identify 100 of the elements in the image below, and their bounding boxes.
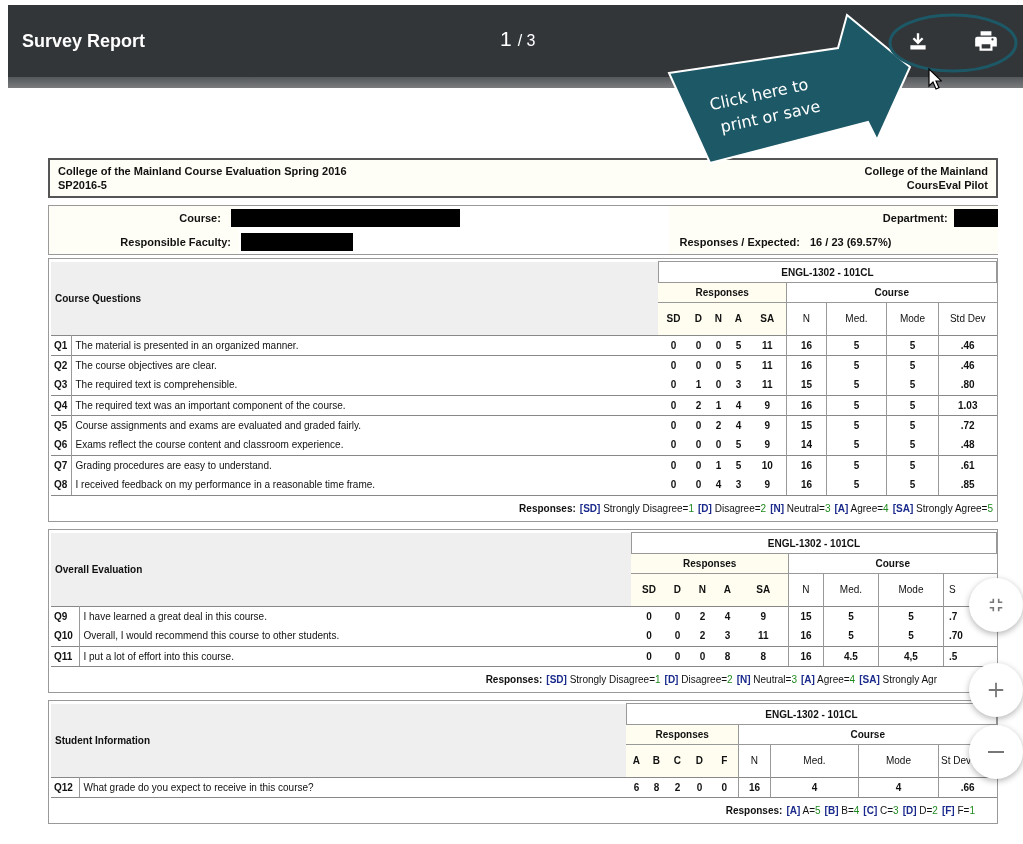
table-cell: 0 xyxy=(658,355,689,376)
field-label: Course: xyxy=(178,212,222,224)
table-cell: 9 xyxy=(738,606,789,627)
column-header: N xyxy=(788,573,824,607)
print-icon[interactable] xyxy=(973,28,999,54)
table-cell: 0 xyxy=(688,415,709,436)
table-cell: 5 xyxy=(886,335,939,356)
table-cell: 5 xyxy=(878,626,944,647)
cursor-icon xyxy=(928,68,942,90)
table-cell: .46 xyxy=(938,355,997,376)
table-cell: 5 xyxy=(826,395,887,416)
header-text: SP2016-5 xyxy=(58,178,108,192)
table-cell: .46 xyxy=(938,335,997,356)
table-cell: 16 xyxy=(786,355,827,376)
column-header: Std Dev xyxy=(938,302,997,336)
question-text: I have learned a great deal in this course. xyxy=(79,606,632,627)
column-header: Med. xyxy=(770,744,859,778)
table-cell: 0 xyxy=(658,415,689,436)
column-header: N xyxy=(708,302,729,336)
table-cell: 8 xyxy=(646,777,667,798)
column-header: N xyxy=(688,573,717,607)
table-cell: 14 xyxy=(786,435,827,456)
table-cell: 0 xyxy=(658,395,689,416)
table-cell: 4 xyxy=(728,415,749,436)
question-number: Q1 xyxy=(51,335,71,356)
table-cell: 16 xyxy=(786,455,827,476)
column-header: F xyxy=(710,744,739,778)
field-value: 16 / 23 (69.57%) xyxy=(810,236,893,248)
question-text: The required text is comprehensible. xyxy=(71,375,659,396)
table-cell: 9 xyxy=(748,415,787,436)
table-cell: 0 xyxy=(631,606,667,627)
download-icon[interactable] xyxy=(907,30,929,52)
table-cell: 0 xyxy=(688,355,709,376)
group-header: Course xyxy=(788,553,997,574)
column-header: Mode xyxy=(858,744,939,778)
question-text: The material is presented in an organized manner. xyxy=(71,335,659,356)
table-cell: 0 xyxy=(658,435,689,456)
table-cell: 0 xyxy=(688,455,709,476)
table-cell: 2 xyxy=(688,626,717,647)
table-cell: 0 xyxy=(688,435,709,456)
table-cell: 4 xyxy=(708,475,729,496)
group-header: Responses xyxy=(658,282,787,303)
table-cell: 0 xyxy=(710,777,739,798)
table-cell: 5 xyxy=(826,415,887,436)
column-header: Mode xyxy=(886,302,939,336)
table-cell: 15 xyxy=(786,415,827,436)
table-cell: 0 xyxy=(666,626,689,647)
table-cell: 0 xyxy=(688,646,717,667)
table-cell: 11 xyxy=(748,375,787,396)
field-label: Responsible Faculty: xyxy=(119,236,232,248)
table-cell: 0 xyxy=(666,646,689,667)
table-cell: 5 xyxy=(886,395,939,416)
section-title: Overall Evaluation xyxy=(51,532,632,607)
response-legend: Responses: [A] A=5 [B] B=4 [C] C=3 [D] D=2 [F] F=1 xyxy=(51,798,997,823)
table-cell: 16 xyxy=(788,626,824,647)
table-cell: 1.03 xyxy=(938,395,997,416)
table-cell: 16 xyxy=(788,646,824,667)
column-header: A xyxy=(626,744,647,778)
question-number: Q6 xyxy=(51,435,71,456)
table-cell: 1 xyxy=(688,375,709,396)
table-cell: 0 xyxy=(658,375,689,396)
question-number: Q4 xyxy=(51,395,71,416)
zoom-in-button[interactable] xyxy=(969,663,1023,717)
table-cell: 3 xyxy=(716,626,739,647)
question-number: Q12 xyxy=(51,777,79,798)
table-cell: 4 xyxy=(728,395,749,416)
response-legend: Responses: [SD] Strongly Disagree=1 [D] Disagree=2 [N] Neutral=3 [A] Agree=4 [SA] Strongly Agr xyxy=(51,667,997,692)
table-cell: 5 xyxy=(886,455,939,476)
table-cell: 16 xyxy=(738,777,771,798)
offering-header: ENGL-1302 - 101CL xyxy=(631,532,997,554)
question-number: Q5 xyxy=(51,415,71,436)
table-cell: 0 xyxy=(708,335,729,356)
table-cell: 16 xyxy=(786,395,827,416)
question-number: Q8 xyxy=(51,475,71,496)
minus-icon xyxy=(988,751,1004,753)
table-cell: 4 xyxy=(770,777,859,798)
table-cell: 0 xyxy=(688,777,711,798)
table-cell: 1 xyxy=(708,395,729,416)
column-header: D xyxy=(666,573,689,607)
table-cell: 15 xyxy=(788,606,824,627)
column-header: SD xyxy=(658,302,689,336)
table-cell: 5 xyxy=(886,435,939,456)
table-cell: 5 xyxy=(728,435,749,456)
column-header: A xyxy=(728,302,749,336)
table-cell: 5 xyxy=(886,375,939,396)
table-cell: 0 xyxy=(658,475,689,496)
table-cell: 0 xyxy=(708,355,729,376)
plus-icon xyxy=(987,681,1005,699)
table-cell: 11 xyxy=(748,355,787,376)
column-header: A xyxy=(716,573,739,607)
question-text: Course assignments and exams are evaluated and graded fairly. xyxy=(71,415,659,436)
table-cell: .85 xyxy=(938,475,997,496)
offering-header: ENGL-1302 - 101CL xyxy=(626,703,997,725)
section-title: Course Questions xyxy=(51,261,659,336)
table-cell: 4,5 xyxy=(878,646,944,667)
group-header: Responses xyxy=(631,553,789,574)
column-header: B xyxy=(646,744,667,778)
table-cell: 10 xyxy=(748,455,787,476)
table-cell: 5 xyxy=(886,415,939,436)
table-cell: 5 xyxy=(826,355,887,376)
